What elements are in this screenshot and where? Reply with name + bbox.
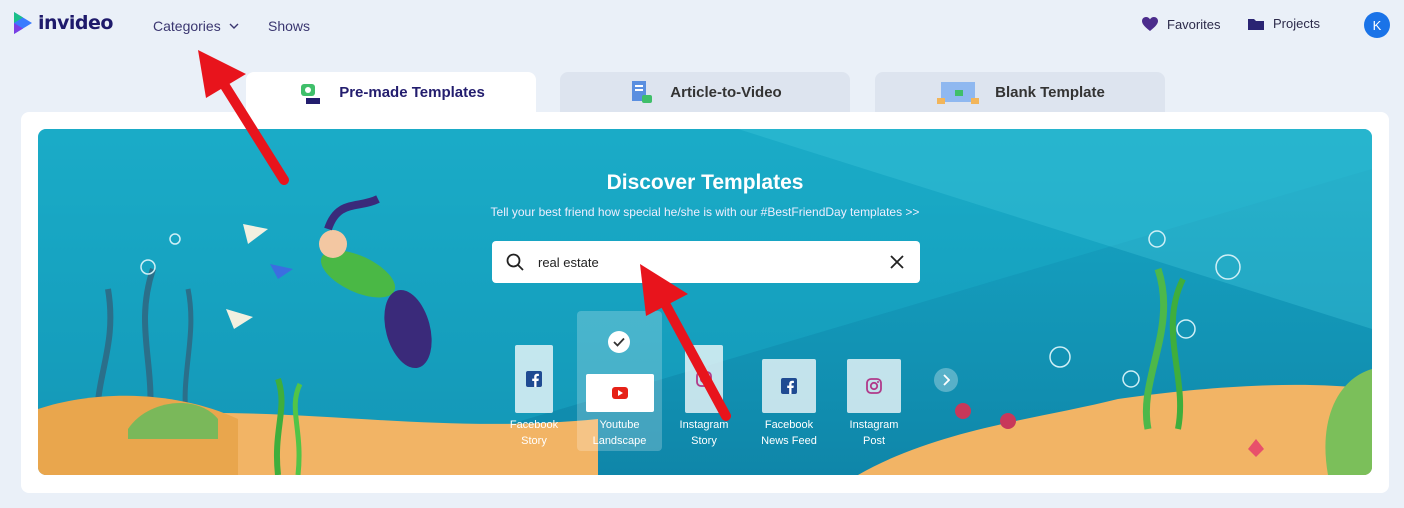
tab-label: Blank Template [995,83,1105,101]
tab-article-to-video[interactable]: Article-to-Video [560,72,850,112]
selected-check-icon [608,331,630,353]
blank-template-icon [937,82,980,104]
format-preview [762,359,816,413]
chevron-right-icon [943,374,950,386]
annotation-arrow-categories [198,50,289,185]
formats-next-button[interactable] [934,368,958,392]
top-navigation-bar: invideo Categories Shows Favorites Proje… [0,0,1404,54]
invideo-logo[interactable]: invideo [12,10,113,36]
hero-subtitle-link[interactable]: Tell your best friend how special he/she… [38,205,1372,219]
format-option-instagram-post[interactable]: Instagram Post [838,311,910,451]
folder-icon [1248,18,1264,30]
tab-label: Pre-made Templates [339,83,485,101]
shows-label: Shows [268,18,311,34]
categories-label: Categories [153,18,221,34]
search-icon [506,253,524,271]
instagram-icon [866,378,882,394]
youtube-icon [611,387,628,399]
article-to-video-icon [632,81,653,103]
invideo-logo-icon [14,12,32,34]
user-avatar[interactable]: K [1364,12,1390,38]
tab-blank-template[interactable]: Blank Template [875,72,1165,112]
projects-label: Projects [1273,16,1320,31]
heart-icon [1142,17,1158,31]
tab-label: Article-to-Video [670,83,782,101]
format-preview [847,359,901,413]
brand-name: invideo [38,12,113,34]
favorites-label: Favorites [1167,16,1221,32]
favorites-link[interactable]: Favorites [1141,16,1220,32]
chevron-down-icon [229,23,239,29]
clear-search-button[interactable] [888,253,906,271]
categories-menu[interactable]: Categories [153,18,239,34]
format-label: Instagram Post [849,419,899,447]
facebook-icon [781,378,797,394]
format-option-facebook-story[interactable]: Facebook Story [498,311,570,451]
format-label: Facebook Story [509,419,559,447]
format-label: Facebook News Feed [761,419,817,447]
close-icon [890,255,904,269]
format-preview [515,345,553,413]
annotation-arrow-search [640,264,731,421]
shows-link[interactable]: Shows [268,18,310,34]
projects-link[interactable]: Projects [1247,16,1320,31]
format-option-facebook-news-feed[interactable]: Facebook News Feed [753,311,825,451]
facebook-icon [526,371,542,387]
